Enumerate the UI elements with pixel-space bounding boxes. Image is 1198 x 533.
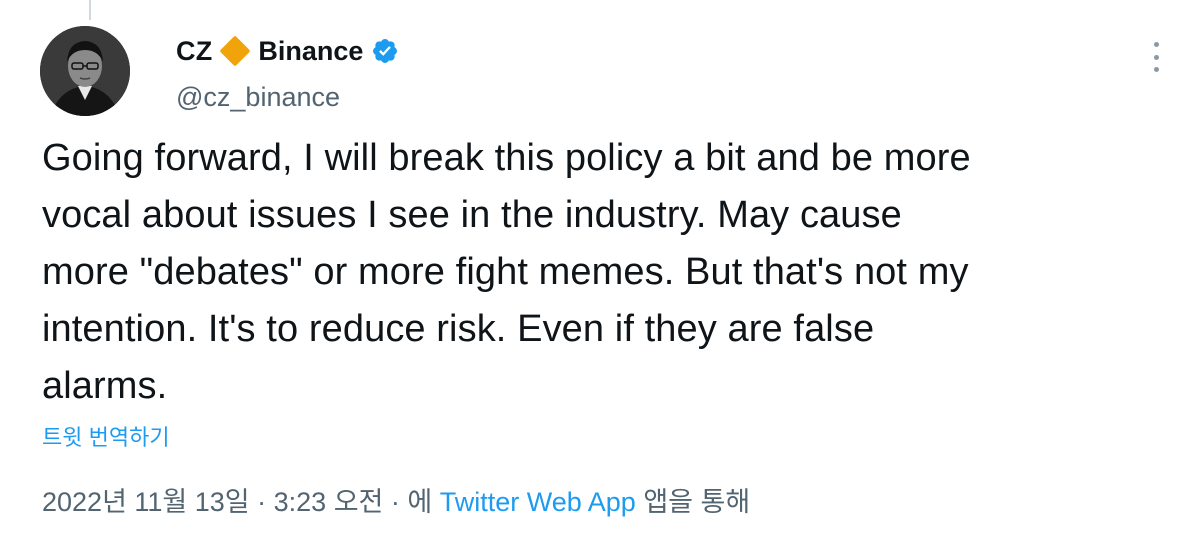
display-name[interactable]: CZ [176, 36, 212, 67]
translate-tweet-link[interactable]: 트윗 번역하기 [42, 420, 170, 452]
tweet-timestamp[interactable]: 2022년 11월 13일 · 3:23 오전 · [42, 487, 407, 517]
diamond-badge-icon [219, 35, 251, 67]
display-name-row[interactable]: CZ Binance [176, 34, 399, 68]
tweet-header: CZ Binance @cz_binance [40, 26, 1160, 126]
via-suffix: 앱을 통해 [635, 487, 751, 517]
author-names: CZ Binance @cz_binance [176, 34, 399, 113]
tweet-metadata: 2022년 11월 13일 · 3:23 오전 · 에 Twitter Web … [42, 480, 750, 519]
affiliation-name[interactable]: Binance [258, 36, 363, 67]
more-vertical-icon[interactable] [1144, 42, 1168, 72]
author-handle[interactable]: @cz_binance [176, 82, 399, 113]
via-prefix: 에 [407, 487, 440, 517]
avatar[interactable] [40, 26, 130, 116]
verified-check-icon [373, 39, 398, 63]
source-app-link[interactable]: Twitter Web App [440, 487, 636, 517]
tweet-text: Going forward, I will break this policy … [42, 137, 971, 407]
tweet: CZ Binance @cz_binance Going forward, I … [0, 0, 1198, 533]
avatar-image [40, 26, 130, 116]
